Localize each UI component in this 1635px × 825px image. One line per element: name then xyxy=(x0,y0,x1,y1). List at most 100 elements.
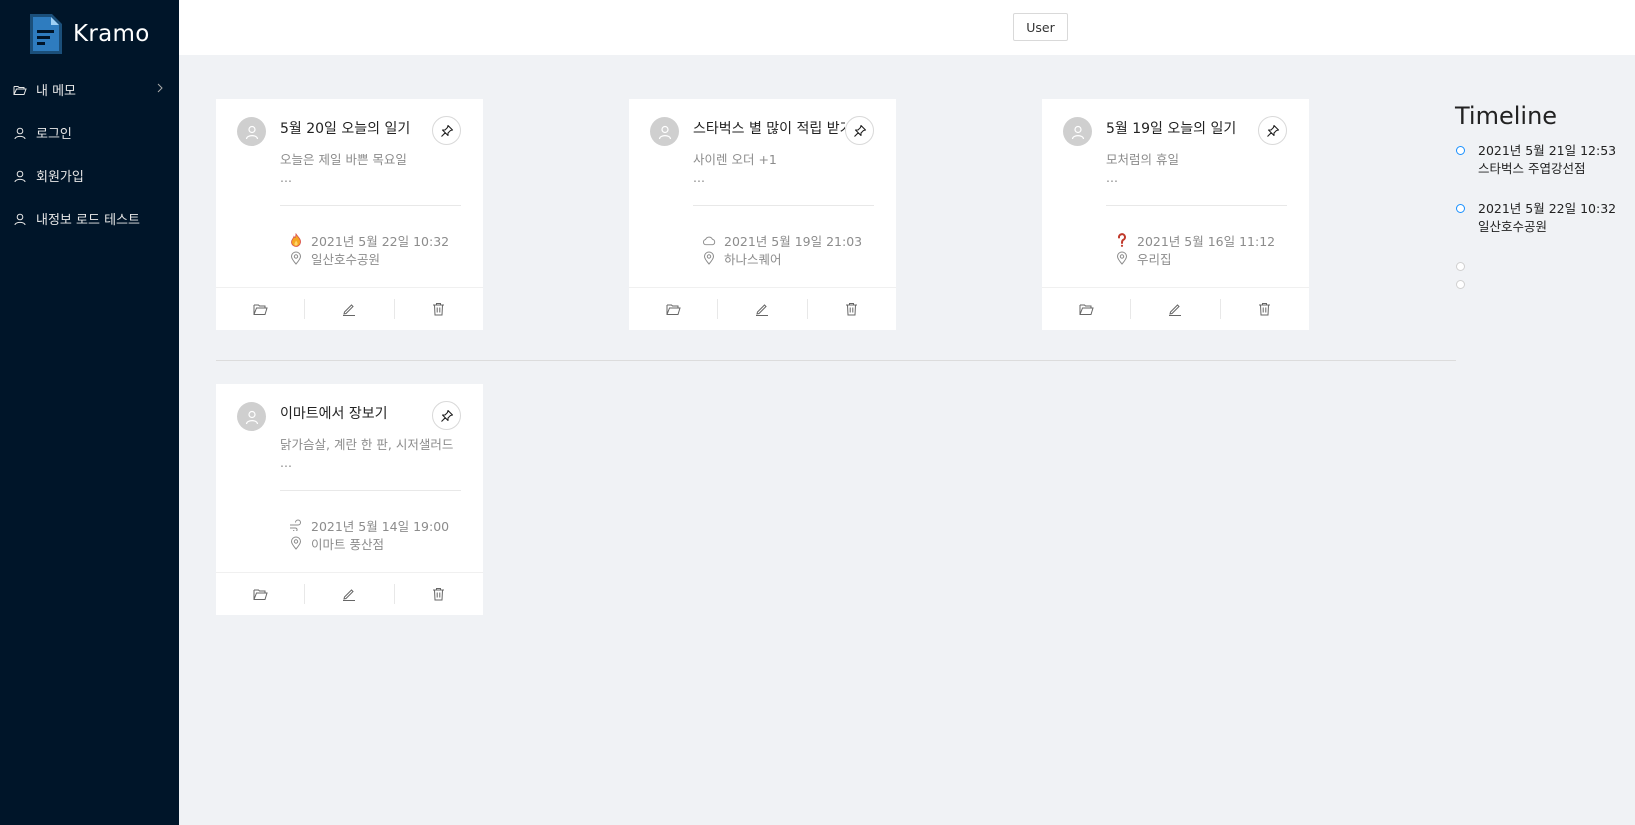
chevron-right-icon xyxy=(157,83,163,93)
edit-icon xyxy=(1169,304,1182,316)
user-button[interactable]: User xyxy=(1013,13,1068,41)
pin-icon xyxy=(853,124,866,137)
pin-button[interactable] xyxy=(845,116,874,145)
question-icon xyxy=(1115,233,1129,247)
app-name: Kramo xyxy=(73,21,150,47)
sidebar-item-login[interactable]: 로그인 xyxy=(0,111,179,154)
card-location: 일산호수공원 xyxy=(311,251,381,267)
folder-open-icon xyxy=(253,304,268,315)
timeline-item: 2021년 5월 22일 10:32 일산호수공원 xyxy=(1455,200,1635,258)
timeline-dot xyxy=(1456,262,1465,271)
card-actions xyxy=(216,572,483,615)
edit-button[interactable] xyxy=(305,584,395,604)
location-pin-icon xyxy=(1115,251,1129,265)
sidebar: Kramo 내 메모 로그인 회원가입 내정보 로드 테스트 xyxy=(0,0,179,825)
sidebar-menu: 내 메모 로그인 회원가입 내정보 로드 테스트 xyxy=(0,68,179,240)
pin-icon xyxy=(440,124,453,137)
open-button[interactable] xyxy=(629,299,719,319)
location-pin-icon xyxy=(289,536,303,550)
card-title: 스타벅스 별 많이 적립 받기 xyxy=(693,121,845,137)
delete-button[interactable] xyxy=(395,584,483,604)
timeline-item: 2021년 5월 21일 12:53 스타벅스 주엽강선점 xyxy=(1455,142,1635,200)
card-datetime: 2021년 5월 22일 10:32 xyxy=(311,233,450,249)
card-location: 하나스퀘어 xyxy=(724,251,782,267)
sidebar-item-signup[interactable]: 회원가입 xyxy=(0,154,179,197)
timeline-place: 일산호수공원 xyxy=(1478,219,1548,234)
timeline-title: Timeline xyxy=(1455,102,1558,130)
card-actions xyxy=(216,287,483,330)
card-title: 5월 19일 오늘의 일기 xyxy=(1106,121,1237,137)
pin-icon xyxy=(440,409,453,422)
pin-icon xyxy=(1266,124,1279,137)
card-ellipsis: ... xyxy=(280,455,292,470)
sidebar-item-label: 내정보 로드 테스트 xyxy=(36,213,140,228)
trash-icon xyxy=(433,303,445,316)
sidebar-item-my-memo[interactable]: 내 메모 xyxy=(0,68,179,111)
pin-button[interactable] xyxy=(1258,116,1287,145)
sidebar-item-label: 로그인 xyxy=(36,127,72,142)
delete-button[interactable] xyxy=(808,299,896,319)
card-meta: 2021년 5월 19일 21:03 하나스퀘어 xyxy=(693,206,876,267)
timeline-item xyxy=(1455,276,1635,294)
card-ellipsis: ... xyxy=(280,170,292,185)
delete-button[interactable] xyxy=(395,299,483,319)
timeline-dot xyxy=(1456,204,1465,213)
top-header: User xyxy=(179,0,1635,55)
wind-icon xyxy=(289,518,303,532)
card-actions xyxy=(629,287,896,330)
card-ellipsis: ... xyxy=(1106,170,1118,185)
edit-icon xyxy=(343,304,356,316)
card-description: 오늘은 제일 바쁜 목요일 xyxy=(280,152,407,167)
edit-icon xyxy=(756,304,769,316)
card-title: 5월 20일 오늘의 일기 xyxy=(280,121,411,137)
sidebar-item-label: 내 메모 xyxy=(36,84,77,99)
avatar xyxy=(237,117,266,146)
open-button[interactable] xyxy=(216,584,306,604)
open-button[interactable] xyxy=(216,299,306,319)
section-divider xyxy=(216,360,1456,361)
timeline-time: 2021년 5월 22일 10:32 xyxy=(1478,201,1617,216)
folder-open-icon xyxy=(253,589,268,600)
timeline-time: 2021년 5월 21일 12:53 xyxy=(1478,143,1617,158)
card-location: 이마트 풍산점 xyxy=(311,536,384,552)
card-title: 이마트에서 장보기 xyxy=(280,406,388,422)
folder-open-icon xyxy=(13,83,27,97)
card-datetime: 2021년 5월 19일 21:03 xyxy=(724,233,863,249)
pin-button[interactable] xyxy=(432,116,461,145)
timeline-item xyxy=(1455,258,1635,276)
fire-icon xyxy=(289,233,303,247)
document-logo-icon xyxy=(30,14,62,54)
card-description: 닭가슴살, 계란 한 판, 시저샐러드 xyxy=(280,437,454,452)
user-icon xyxy=(13,212,27,226)
trash-icon xyxy=(1259,303,1271,316)
edit-button[interactable] xyxy=(718,299,808,319)
delete-button[interactable] xyxy=(1221,299,1309,319)
trash-icon xyxy=(846,303,858,316)
timeline: Timeline 2021년 5월 21일 12:53 스타벅스 주엽강선점 2… xyxy=(1455,102,1635,294)
open-button[interactable] xyxy=(1042,299,1132,319)
card-meta: 2021년 5월 22일 10:32 일산호수공원 xyxy=(280,206,463,267)
location-pin-icon xyxy=(702,251,716,265)
logo[interactable]: Kramo xyxy=(0,0,179,68)
trash-icon xyxy=(433,588,445,601)
edit-button[interactable] xyxy=(305,299,395,319)
avatar xyxy=(650,117,679,146)
card-ellipsis: ... xyxy=(693,170,705,185)
sidebar-item-profile-test[interactable]: 내정보 로드 테스트 xyxy=(0,197,179,240)
timeline-dot xyxy=(1456,280,1465,289)
card-datetime: 2021년 5월 14일 19:00 xyxy=(311,518,450,534)
location-pin-icon xyxy=(289,251,303,265)
sidebar-item-label: 회원가입 xyxy=(36,170,84,185)
card-actions xyxy=(1042,287,1309,330)
edit-button[interactable] xyxy=(1131,299,1221,319)
timeline-place: 스타벅스 주엽강선점 xyxy=(1478,161,1586,176)
memo-card: 이마트에서 장보기 닭가슴살, 계란 한 판, 시저샐러드 ... 2021년 … xyxy=(216,384,483,615)
cloud-icon xyxy=(702,233,716,247)
memo-card: 스타벅스 별 많이 적립 받기 사이렌 오더 +1 ... 2021년 5월 1… xyxy=(629,99,896,330)
avatar xyxy=(1063,117,1092,146)
pin-button[interactable] xyxy=(432,401,461,430)
user-icon xyxy=(13,126,27,140)
card-location: 우리집 xyxy=(1137,251,1172,267)
user-icon xyxy=(13,169,27,183)
folder-open-icon xyxy=(666,304,681,315)
